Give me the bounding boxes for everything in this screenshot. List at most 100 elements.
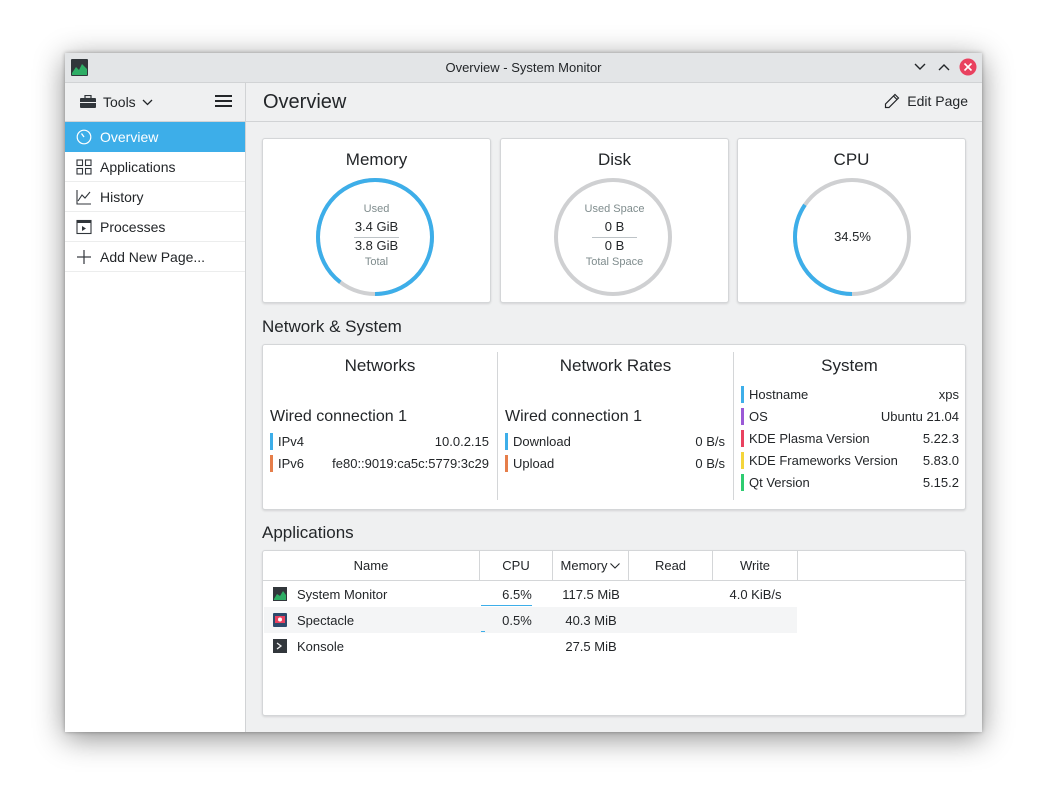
applications-table: Name CPU Memory Read Write System Monito… — [262, 550, 966, 716]
sidebar-item-history[interactable]: History — [65, 182, 245, 212]
table-row[interactable]: Spectacle 0.5% 40.3 MiB — [264, 607, 797, 633]
sidebar-item-label: Overview — [100, 128, 159, 145]
memory-total-label: Total — [364, 256, 389, 268]
cpu-usage-bar — [481, 631, 485, 632]
upload-value: 0 B/s — [695, 455, 725, 471]
table-row[interactable]: System Monitor 6.5% 117.5 MiB 4.0 KiB/s — [264, 581, 797, 607]
system-title: System — [821, 356, 878, 375]
spectacle-icon — [273, 613, 287, 627]
disk-card[interactable]: Disk Used Space 0 B 0 B Total Space — [500, 138, 729, 303]
network-system-card: Networks Wired connection 1 IPv4 10.0.2.… — [262, 344, 966, 510]
chevron-down-icon — [142, 99, 153, 105]
network-rates-title: Network Rates — [559, 356, 672, 375]
disk-total-value: 0 B — [604, 238, 625, 253]
plus-icon — [75, 249, 93, 264]
app-name: Spectacle — [297, 612, 355, 628]
color-indicator — [741, 407, 744, 425]
memory-title: Memory — [345, 150, 408, 169]
cpu-usage-bar — [481, 605, 533, 606]
plasma-version-label: KDE Plasma Version — [749, 430, 870, 446]
process-icon — [75, 219, 93, 235]
cpu-card[interactable]: CPU 34.5% — [737, 138, 966, 303]
disk-used-value: 0 B — [604, 219, 625, 234]
sidebar-item-add-new-page[interactable]: Add New Page... — [65, 242, 245, 272]
column-header-name[interactable]: Name — [263, 551, 480, 581]
edit-page-label: Edit Page — [907, 93, 968, 109]
speedometer-icon — [75, 129, 93, 145]
sidebar-item-applications[interactable]: Applications — [65, 152, 245, 182]
system-monitor-icon — [273, 587, 287, 601]
column-header-read[interactable]: Read — [629, 551, 713, 581]
close-button[interactable] — [959, 58, 977, 76]
hostname-label: Hostname — [749, 386, 809, 402]
sidebar: Tools Overview Applications History Proc… — [65, 83, 246, 732]
frameworks-version-value: 5.83.0 — [922, 452, 959, 468]
rates-connection-name: Wired connection 1 — [505, 408, 642, 425]
app-name: System Monitor — [297, 586, 388, 602]
download-row: Download 0 B/s — [505, 431, 725, 451]
frameworks-version-row: KDE Frameworks Version 5.83.0 — [741, 450, 959, 470]
ipv4-label: IPv4 — [278, 433, 305, 449]
table-row[interactable]: Konsole 27.5 MiB — [264, 633, 797, 659]
sidebar-item-overview[interactable]: Overview — [65, 122, 245, 152]
ipv6-label: IPv6 — [278, 455, 305, 471]
hostname-row: Hostname xps — [741, 384, 959, 404]
column-header-memory[interactable]: Memory — [553, 551, 629, 581]
chart-icon — [75, 189, 93, 205]
minimize-button[interactable] — [911, 58, 929, 76]
column-header-memory-label: Memory — [560, 558, 608, 573]
sidebar-item-label: Applications — [100, 158, 176, 175]
tools-menu-button[interactable]: Tools — [79, 92, 153, 112]
os-value: Ubuntu 21.04 — [880, 408, 959, 424]
plasma-version-row: KDE Plasma Version 5.22.3 — [741, 428, 959, 448]
color-indicator — [741, 451, 744, 469]
ipv4-row: IPv4 10.0.2.15 — [270, 431, 489, 451]
sidebar-item-label: Add New Page... — [100, 248, 206, 265]
grid-icon — [75, 158, 93, 175]
ipv4-value: 10.0.2.15 — [434, 433, 489, 449]
memory-card[interactable]: Memory Used 3.4 GiB 3.8 GiB Total — [262, 138, 491, 303]
app-name: Konsole — [297, 638, 344, 654]
window-title: Overview - System Monitor — [445, 60, 602, 75]
qt-version-label: Qt Version — [749, 474, 810, 490]
app-cpu: 6.5% — [502, 586, 532, 602]
maximize-button[interactable] — [935, 58, 953, 76]
title-bar[interactable]: Overview - System Monitor — [65, 53, 982, 83]
networks-title: Networks — [344, 356, 416, 375]
page-header: Overview Edit Page — [246, 83, 982, 122]
chevron-down-icon — [914, 63, 926, 70]
system-monitor-window: Overview - System Monitor Tools Overview… — [65, 53, 982, 732]
memory-used-label: Used — [363, 203, 390, 215]
networks-connection-name: Wired connection 1 — [270, 408, 407, 425]
sort-descending-icon — [610, 562, 621, 569]
sidebar-item-label: Processes — [100, 218, 166, 235]
sidebar-toolbar: Tools — [65, 83, 245, 122]
tools-label: Tools — [103, 94, 136, 110]
color-indicator — [270, 432, 273, 450]
qt-version-value: 5.15.2 — [922, 474, 959, 490]
app-memory: 27.5 MiB — [565, 638, 617, 654]
disk-used-label: Used Space — [584, 203, 645, 215]
column-header-write[interactable]: Write — [713, 551, 798, 581]
color-indicator — [270, 454, 273, 472]
frameworks-version-label: KDE Frameworks Version — [749, 452, 898, 468]
plasma-version-value: 5.22.3 — [922, 430, 959, 446]
upload-row: Upload 0 B/s — [505, 453, 725, 473]
column-header-cpu[interactable]: CPU — [480, 551, 553, 581]
upload-label: Upload — [513, 455, 555, 471]
hostname-value: xps — [938, 386, 959, 402]
page-title: Overview — [263, 91, 347, 113]
chevron-up-icon — [938, 64, 950, 71]
sidebar-item-processes[interactable]: Processes — [65, 212, 245, 242]
edit-page-button[interactable]: Edit Page — [884, 93, 968, 109]
network-system-section-title: Network & System — [262, 317, 402, 336]
color-indicator — [741, 385, 744, 403]
disk-total-label: Total Space — [585, 256, 644, 268]
close-icon — [959, 58, 977, 76]
color-indicator — [741, 429, 744, 447]
pencil-icon — [885, 93, 900, 109]
hamburger-menu-button[interactable] — [215, 94, 232, 113]
cpu-value: 34.5% — [834, 229, 871, 244]
sidebar-item-label: History — [100, 188, 144, 205]
disk-title: Disk — [597, 150, 632, 169]
